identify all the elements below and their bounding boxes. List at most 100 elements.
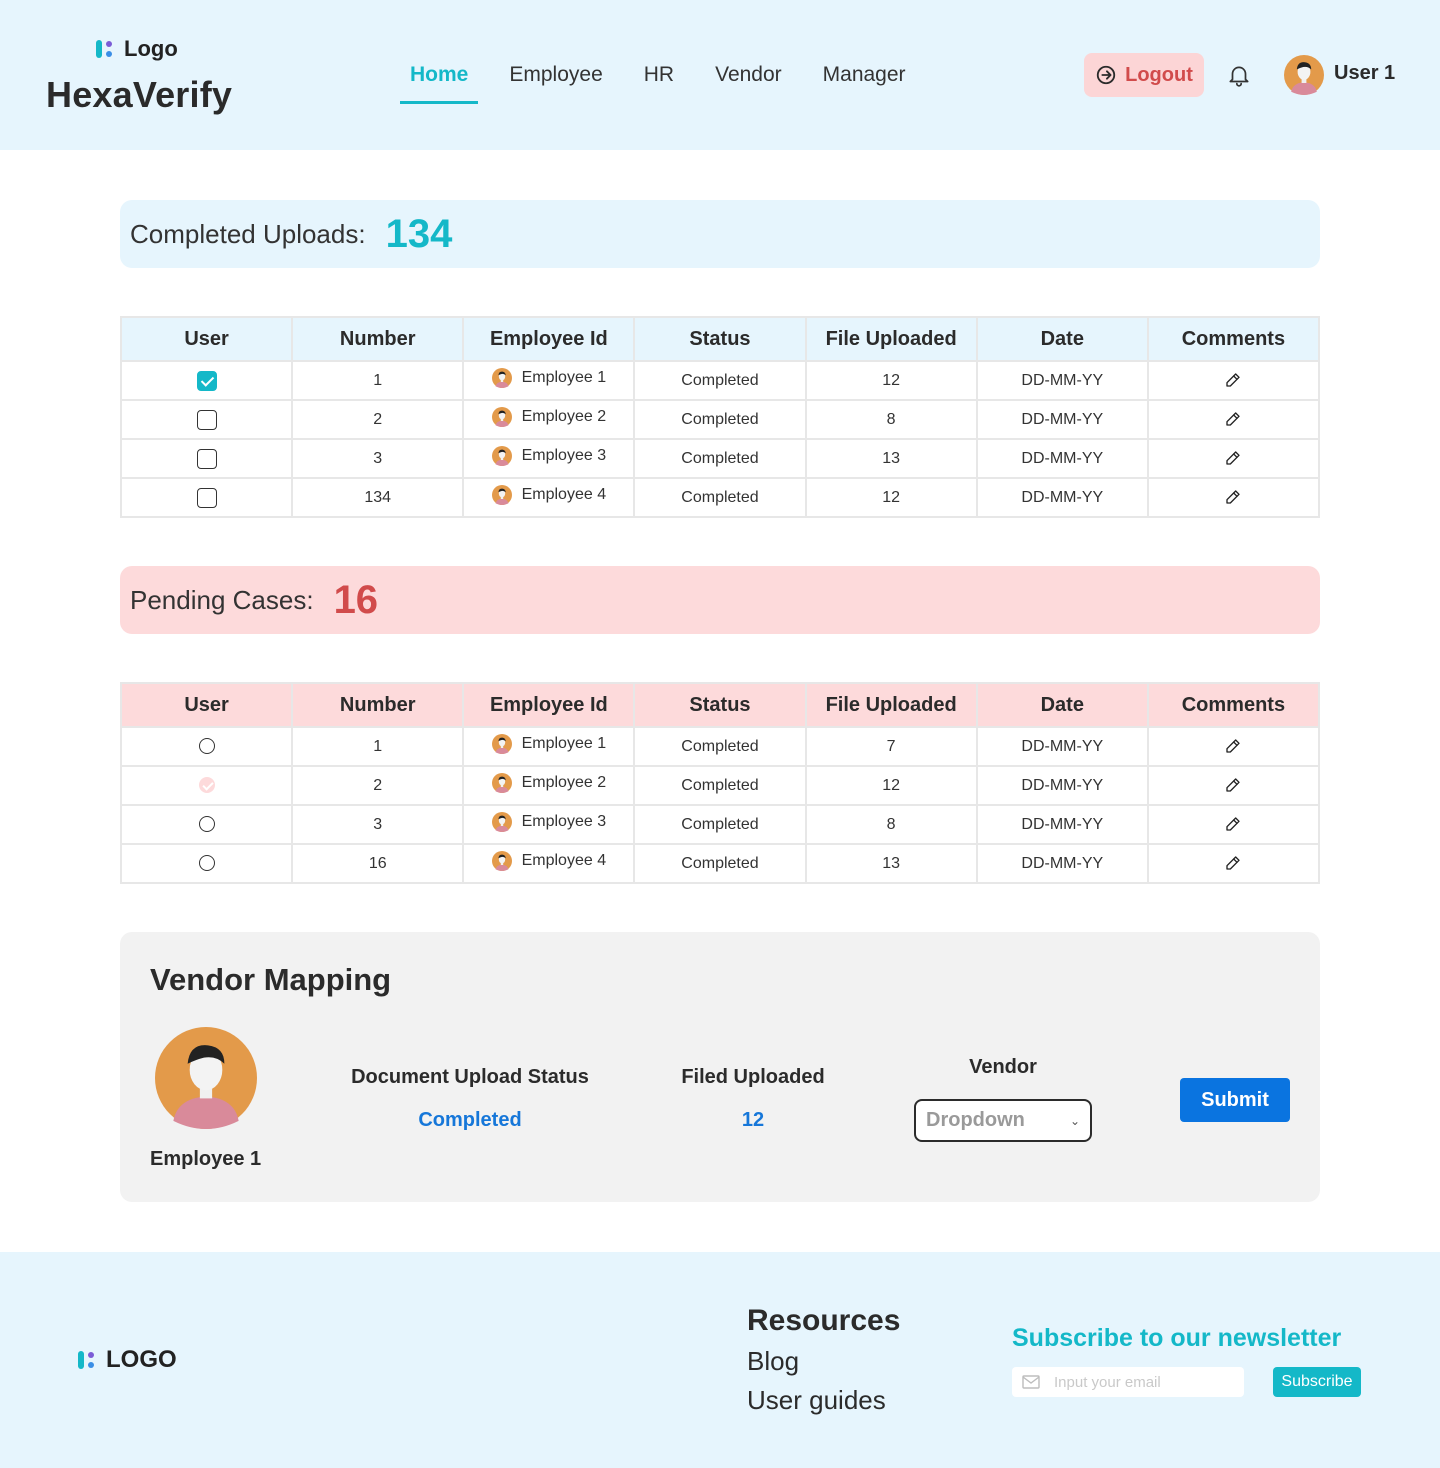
col-status: Status — [633, 682, 807, 728]
table-row: 16 Employee 4 Completed 13 DD-MM-YY — [119, 843, 1321, 884]
employee-name: Employee 3 — [521, 447, 607, 464]
edit-icon[interactable] — [1225, 777, 1241, 793]
filed-uploaded: Filed Uploaded 12 — [668, 1066, 838, 1132]
row-radio[interactable] — [198, 855, 215, 872]
edit-icon[interactable] — [1225, 489, 1241, 505]
bell-icon[interactable] — [1226, 62, 1252, 88]
row-number: 1 — [291, 360, 465, 401]
row-date: DD-MM-YY — [975, 477, 1149, 518]
table-header-row: User Number Employee Id Status File Uplo… — [119, 316, 1321, 362]
employee-name: Employee 2 — [521, 774, 607, 791]
row-checkbox[interactable] — [196, 448, 217, 469]
col-file-uploaded: File Uploaded — [804, 682, 978, 728]
row-radio[interactable] — [198, 738, 215, 755]
edit-icon[interactable] — [1225, 855, 1241, 871]
completed-table: User Number Employee Id Status File Uplo… — [119, 316, 1321, 518]
employee-name: Employee 1 — [521, 735, 607, 752]
table-row: 3 Employee 3 Completed 8 DD-MM-YY — [119, 804, 1321, 845]
vendor-employee-name: Employee 1 — [150, 1148, 262, 1170]
col-number: Number — [291, 682, 465, 728]
col-date: Date — [975, 316, 1149, 362]
row-date: DD-MM-YY — [975, 399, 1149, 440]
nav-hr[interactable]: HR — [634, 58, 684, 104]
main-nav: Home Employee HR Vendor Manager — [400, 58, 937, 104]
row-checkbox[interactable] — [196, 409, 217, 430]
logo-mark-icon — [96, 39, 116, 59]
col-user: User — [119, 682, 294, 728]
avatar-icon — [492, 734, 512, 754]
email-placeholder: Input your email — [1054, 1373, 1161, 1391]
footer-link-blog[interactable]: Blog — [747, 1346, 900, 1377]
doc-status-label: Document Upload Status — [351, 1066, 589, 1088]
completed-uploads-label: Completed Uploads: — [130, 218, 366, 249]
col-status: Status — [633, 316, 807, 362]
row-date: DD-MM-YY — [975, 843, 1149, 884]
nav-employee[interactable]: Employee — [499, 58, 612, 104]
pending-cases-count: 16 — [333, 577, 379, 622]
row-date: DD-MM-YY — [975, 438, 1149, 479]
filed-uploaded-label: Filed Uploaded — [681, 1066, 825, 1088]
filed-uploaded-value: 12 — [741, 1109, 765, 1131]
header-logo[interactable]: Logo — [96, 36, 178, 62]
row-checkbox[interactable] — [196, 487, 217, 508]
pending-cases-label: Pending Cases: — [130, 584, 314, 615]
vendor-label: Vendor — [969, 1056, 1037, 1078]
avatar-icon — [492, 407, 512, 427]
row-date: DD-MM-YY — [975, 804, 1149, 845]
col-comments: Comments — [1146, 682, 1321, 728]
avatar-icon — [492, 485, 512, 505]
col-employee-id: Employee Id — [462, 682, 636, 728]
row-status: Completed — [633, 843, 807, 884]
logo-mark-icon — [78, 1350, 98, 1370]
col-file-uploaded: File Uploaded — [804, 316, 978, 362]
logo-text: Logo — [124, 36, 178, 61]
employee-name: Employee 3 — [521, 813, 607, 830]
dropdown-value: Dropdown — [926, 1109, 1025, 1131]
nav-vendor[interactable]: Vendor — [705, 58, 792, 104]
col-employee-id: Employee Id — [462, 316, 636, 362]
row-number: 134 — [291, 477, 465, 518]
avatar-icon[interactable] — [1284, 55, 1324, 95]
newsletter: Subscribe to our newsletter Input your e… — [1012, 1324, 1362, 1397]
vendor-dropdown[interactable]: Dropdown ⌄ — [914, 1099, 1092, 1142]
table-row: 3 Employee 3 Completed 13 DD-MM-YY — [119, 438, 1321, 479]
logout-label: Logout — [1125, 63, 1193, 86]
header: Logo HexaVerify Home Employee HR Vendor … — [0, 0, 1440, 150]
edit-icon[interactable] — [1225, 738, 1241, 754]
table-header-row: User Number Employee Id Status File Uplo… — [119, 682, 1321, 728]
row-radio[interactable] — [198, 777, 215, 794]
chevron-down-icon: ⌄ — [1069, 1113, 1080, 1128]
nav-manager[interactable]: Manager — [813, 58, 916, 104]
doc-status-value: Completed — [418, 1109, 522, 1131]
logout-button[interactable]: Logout — [1084, 53, 1204, 97]
nav-home[interactable]: Home — [400, 58, 479, 104]
row-checkbox[interactable] — [196, 370, 217, 391]
row-number: 3 — [291, 804, 465, 845]
row-status: Completed — [633, 726, 807, 767]
row-files: 8 — [804, 399, 978, 440]
user-name[interactable]: User 1 — [1334, 62, 1395, 85]
brand-name: HexaVerify — [46, 74, 233, 115]
row-number: 3 — [291, 438, 465, 479]
row-status: Completed — [633, 438, 807, 479]
row-radio[interactable] — [198, 816, 215, 833]
footer-link-user-guides[interactable]: User guides — [747, 1385, 900, 1416]
table-row: 2 Employee 2 Completed 12 DD-MM-YY — [119, 765, 1321, 806]
footer-logo[interactable]: LOGO — [78, 1346, 177, 1374]
row-files: 8 — [804, 804, 978, 845]
edit-icon[interactable] — [1225, 372, 1241, 388]
table-row: 134 Employee 4 Completed 12 DD-MM-YY — [119, 477, 1321, 518]
edit-icon[interactable] — [1225, 411, 1241, 427]
edit-icon[interactable] — [1225, 450, 1241, 466]
footer-resources: Resources Blog User guides — [747, 1304, 900, 1416]
email-field[interactable]: Input your email — [1012, 1367, 1244, 1397]
row-number: 2 — [291, 765, 465, 806]
pending-cases-banner: Pending Cases: 16 — [120, 566, 1320, 634]
pending-table: User Number Employee Id Status File Uplo… — [119, 682, 1321, 884]
avatar-icon — [155, 1027, 257, 1129]
edit-icon[interactable] — [1225, 816, 1241, 832]
submit-button[interactable]: Submit — [1180, 1078, 1290, 1122]
avatar-icon — [492, 812, 512, 832]
employee-name: Employee 4 — [521, 852, 607, 869]
subscribe-button[interactable]: Subscribe — [1273, 1367, 1361, 1397]
